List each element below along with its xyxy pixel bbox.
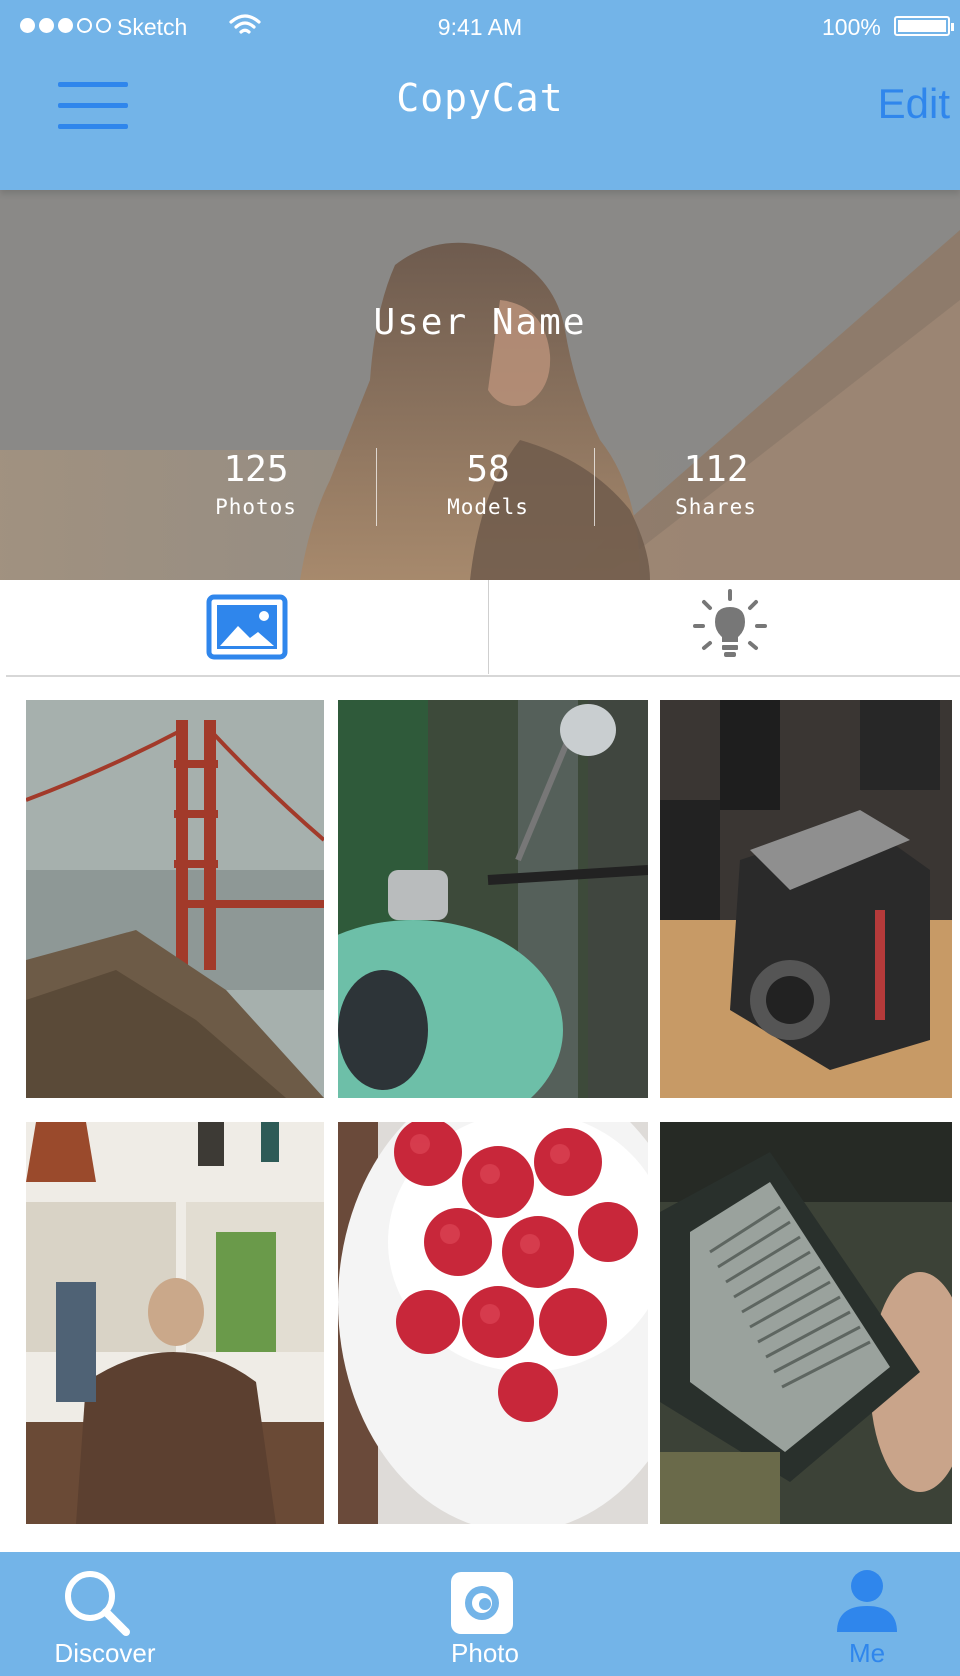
- stat-value: 112: [683, 449, 749, 490]
- gallery-photo[interactable]: [26, 700, 324, 1098]
- tabs-underline: [6, 675, 960, 677]
- photo-grid: [0, 700, 960, 1530]
- app-title: CopyCat: [396, 76, 564, 120]
- photo-vintage-camera: [660, 700, 952, 1098]
- content-tabs: [0, 580, 960, 678]
- app-screen: Sketch 9:41 AM 100% CopyCat Edit User Na…: [0, 0, 960, 1676]
- gallery-photo[interactable]: [660, 700, 952, 1098]
- gallery-photo[interactable]: [338, 700, 648, 1098]
- photo-scooter: [338, 700, 648, 1098]
- photo-ereader: [660, 1122, 952, 1524]
- status-time: 9:41 AM: [437, 14, 523, 40]
- profile-header: User Name 125 Photos 58 Models 112 Share…: [0, 190, 960, 580]
- tab-label: Photo: [451, 1638, 519, 1668]
- tab-label: Discover: [54, 1638, 156, 1668]
- stat-divider: [376, 448, 377, 526]
- image-icon: [206, 594, 288, 665]
- tab-me[interactable]: Me: [812, 1552, 922, 1676]
- stat-shares[interactable]: 112 Shares: [616, 448, 816, 522]
- stat-label: Shares: [675, 495, 757, 519]
- tab-ideas[interactable]: [489, 580, 960, 674]
- stat-photos[interactable]: 125 Photos: [156, 448, 356, 522]
- stat-divider: [594, 448, 595, 526]
- stat-value: 125: [223, 449, 289, 490]
- gallery-photo[interactable]: [338, 1122, 648, 1524]
- battery-icon: [894, 16, 954, 36]
- tab-photo[interactable]: Photo: [405, 1552, 565, 1676]
- stat-value: 58: [466, 449, 510, 490]
- gallery-photo[interactable]: [660, 1122, 952, 1524]
- user-name: User Name: [373, 302, 587, 343]
- search-icon: [60, 1566, 132, 1643]
- status-bar: Sketch 9:41 AM 100%: [0, 0, 960, 54]
- header: Sketch 9:41 AM 100% CopyCat Edit: [0, 0, 960, 190]
- photo-golden-gate-bridge: [26, 700, 324, 1098]
- edit-button[interactable]: Edit: [878, 80, 950, 128]
- photo-cafe-man: [26, 1122, 324, 1524]
- tab-photos[interactable]: [0, 580, 480, 674]
- gallery-photo[interactable]: [26, 1122, 324, 1524]
- tab-discover[interactable]: Discover: [30, 1552, 180, 1676]
- stat-label: Photos: [215, 495, 297, 519]
- photo-raspberries: [338, 1122, 648, 1524]
- battery-percentage: 100%: [822, 14, 881, 40]
- tab-label: Me: [848, 1638, 886, 1668]
- stat-label: Models: [447, 495, 529, 519]
- camera-icon: [449, 1570, 515, 1641]
- person-icon: [835, 1568, 899, 1637]
- bottom-tab-bar: Discover Photo Me: [0, 1552, 960, 1676]
- lightbulb-icon: [692, 588, 768, 669]
- stat-models[interactable]: 58 Models: [388, 448, 588, 522]
